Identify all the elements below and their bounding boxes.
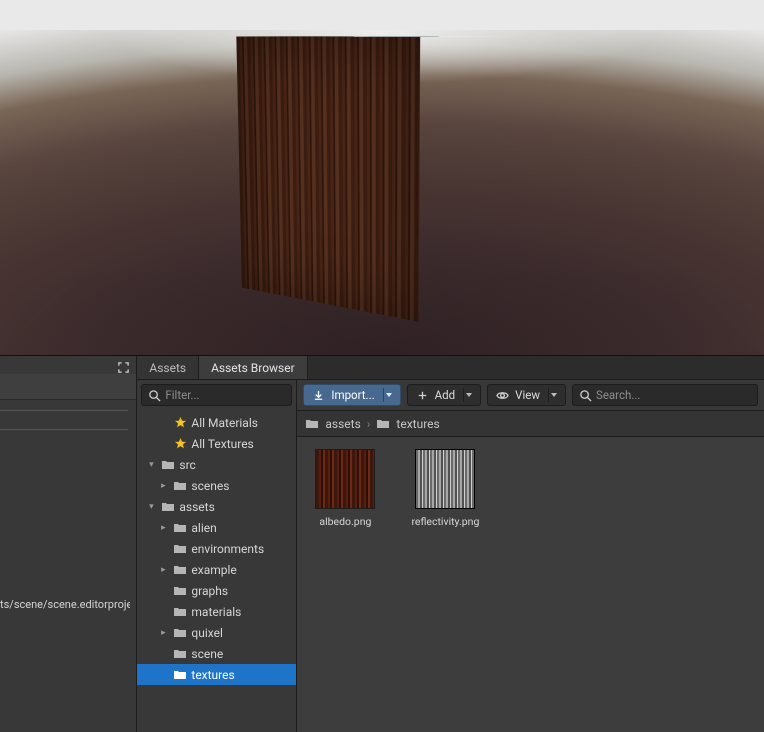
left-row[interactable] bbox=[0, 374, 136, 400]
tabs-row: Assets Assets Browser bbox=[137, 356, 764, 380]
tree-graphs[interactable]: graphs bbox=[137, 580, 296, 601]
tab-assets-browser[interactable]: Assets Browser bbox=[199, 356, 308, 379]
bottom-panel: ts/scene/scene.editorproject Assets Asse… bbox=[0, 355, 764, 732]
breadcrumb-seg-textures[interactable]: textures bbox=[396, 417, 439, 431]
search-icon bbox=[148, 389, 161, 402]
download-icon bbox=[312, 389, 325, 402]
folder-icon bbox=[161, 500, 175, 514]
breadcrumb: assets › textures bbox=[297, 411, 764, 437]
chevron-right-icon[interactable]: ▸ bbox=[157, 481, 169, 491]
content-search-input[interactable] bbox=[596, 388, 751, 402]
viewport-top-strip bbox=[0, 0, 764, 30]
asset-tree-pane: All Materials All Textures ▾ src bbox=[137, 380, 297, 732]
caret-down-icon[interactable] bbox=[386, 393, 392, 397]
asset-thumbnail[interactable]: reflectivity.png bbox=[409, 449, 481, 720]
tree-label: graphs bbox=[191, 584, 228, 598]
tree-alien[interactable]: ▸ alien bbox=[137, 517, 296, 538]
tree-all-textures[interactable]: All Textures bbox=[137, 433, 296, 454]
thumbnail-image bbox=[415, 449, 475, 509]
folder-icon bbox=[173, 647, 187, 661]
tree-label: materials bbox=[191, 605, 241, 619]
chevron-right-icon[interactable]: ▸ bbox=[157, 565, 169, 575]
caret-down-icon[interactable] bbox=[466, 393, 472, 397]
thumbnail-label: reflectivity.png bbox=[411, 515, 479, 528]
content-search[interactable] bbox=[572, 384, 758, 406]
tree-scene[interactable]: scene bbox=[137, 643, 296, 664]
chevron-right-icon[interactable]: ▸ bbox=[157, 523, 169, 533]
star-icon bbox=[173, 437, 187, 451]
star-icon bbox=[173, 416, 187, 430]
folder-icon bbox=[173, 563, 187, 577]
asset-content-pane: Import... Add bbox=[297, 380, 764, 732]
folder-icon bbox=[161, 458, 175, 472]
tree-label: assets bbox=[179, 500, 214, 514]
divider bbox=[0, 429, 128, 430]
tree-src[interactable]: ▾ src bbox=[137, 454, 296, 475]
chevron-down-icon[interactable]: ▾ bbox=[145, 502, 157, 512]
folder-icon bbox=[173, 479, 187, 493]
tree-filter[interactable] bbox=[141, 384, 292, 406]
folder-icon bbox=[173, 521, 187, 535]
tab-assets[interactable]: Assets bbox=[137, 356, 199, 379]
divider bbox=[0, 410, 128, 411]
tree-label: All Textures bbox=[191, 437, 253, 451]
tree-label: environments bbox=[191, 542, 264, 556]
tree-label: src bbox=[179, 458, 195, 472]
tree-label: textures bbox=[191, 668, 234, 682]
chevron-down-icon[interactable]: ▾ bbox=[145, 460, 157, 470]
chevron-right-icon[interactable]: ▸ bbox=[157, 628, 169, 638]
folder-icon bbox=[173, 584, 187, 598]
asset-tree: All Materials All Textures ▾ src bbox=[137, 410, 296, 732]
tree-quixel[interactable]: ▸ quixel bbox=[137, 622, 296, 643]
caret-down-icon[interactable] bbox=[551, 393, 557, 397]
tree-all-materials[interactable]: All Materials bbox=[137, 412, 296, 433]
folder-open-icon bbox=[305, 418, 319, 429]
project-path-text: ts/scene/scene.editorproject bbox=[0, 598, 130, 611]
tree-label: quixel bbox=[191, 626, 222, 640]
tree-label: scenes bbox=[191, 479, 229, 493]
tree-label: example bbox=[191, 563, 236, 577]
search-icon bbox=[579, 389, 592, 402]
thumbnail-image bbox=[315, 449, 375, 509]
eye-icon bbox=[496, 389, 509, 402]
scene-viewport[interactable] bbox=[0, 30, 764, 355]
view-button[interactable]: View bbox=[487, 384, 566, 406]
folder-icon bbox=[173, 542, 187, 556]
folder-icon bbox=[173, 626, 187, 640]
tree-label: scene bbox=[191, 647, 223, 661]
asset-grid[interactable]: albedo.png reflectivity.png bbox=[297, 437, 764, 732]
expand-icon[interactable] bbox=[116, 360, 130, 374]
tree-environments[interactable]: environments bbox=[137, 538, 296, 559]
import-label: Import... bbox=[331, 388, 374, 402]
cube-face-front bbox=[236, 36, 420, 322]
view-label: View bbox=[515, 388, 540, 402]
add-button[interactable]: Add bbox=[407, 384, 481, 406]
tree-scenes[interactable]: ▸ scenes bbox=[137, 475, 296, 496]
folder-icon bbox=[173, 605, 187, 619]
tree-materials[interactable]: materials bbox=[137, 601, 296, 622]
chevron-right-icon: › bbox=[367, 417, 371, 431]
folder-open-icon bbox=[376, 418, 390, 429]
folder-icon bbox=[173, 668, 187, 682]
left-side-pane: ts/scene/scene.editorproject bbox=[0, 356, 137, 732]
cube-object[interactable] bbox=[282, 38, 482, 283]
asset-thumbnail[interactable]: albedo.png bbox=[309, 449, 381, 720]
plus-icon bbox=[416, 389, 429, 402]
breadcrumb-seg-assets[interactable]: assets bbox=[325, 417, 360, 431]
import-button[interactable]: Import... bbox=[303, 384, 400, 406]
tree-assets[interactable]: ▾ assets bbox=[137, 496, 296, 517]
thumbnail-label: albedo.png bbox=[319, 515, 371, 528]
tree-example[interactable]: ▸ example bbox=[137, 559, 296, 580]
tree-label: All Materials bbox=[191, 416, 258, 430]
tree-label: alien bbox=[191, 521, 216, 535]
add-label: Add bbox=[435, 388, 455, 402]
content-toolbar: Import... Add bbox=[297, 380, 764, 411]
tree-textures[interactable]: textures bbox=[137, 664, 296, 685]
